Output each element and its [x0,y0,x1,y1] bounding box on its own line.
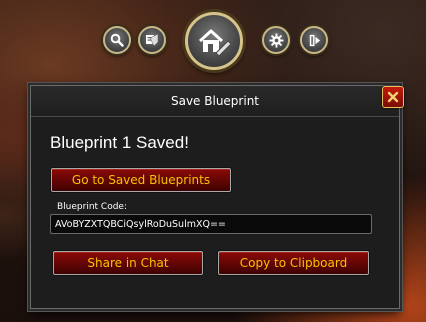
saved-heading: Blueprint 1 Saved! [50,133,189,152]
gear-icon [268,32,284,48]
exit-icon [309,34,320,46]
housing-edit-button[interactable] [185,12,243,70]
dialog-title: Save Blueprint [170,94,260,108]
close-button[interactable] [382,86,404,108]
copy-to-clipboard-button[interactable]: Copy to Clipboard [218,251,369,275]
search-button[interactable] [103,26,131,54]
search-icon [110,33,124,47]
save-blueprint-dialog: Save Blueprint Blueprint 1 Saved! Go to … [30,85,404,309]
housing-edit-icon [198,29,231,56]
toolbar [0,0,426,80]
settings-button[interactable] [262,26,290,54]
blueprints-button[interactable] [138,26,166,54]
go-to-saved-blueprints-button[interactable]: Go to Saved Blueprints [51,168,231,192]
blueprint-code-field[interactable]: AVoBYZXTQBCiQsylRoDuSulmXQ== [50,214,372,234]
blueprints-icon [146,33,159,47]
close-icon [387,91,399,103]
share-in-chat-button[interactable]: Share in Chat [53,251,203,275]
blueprint-code-label: Blueprint Code: [57,202,127,212]
exit-button[interactable] [300,26,328,54]
